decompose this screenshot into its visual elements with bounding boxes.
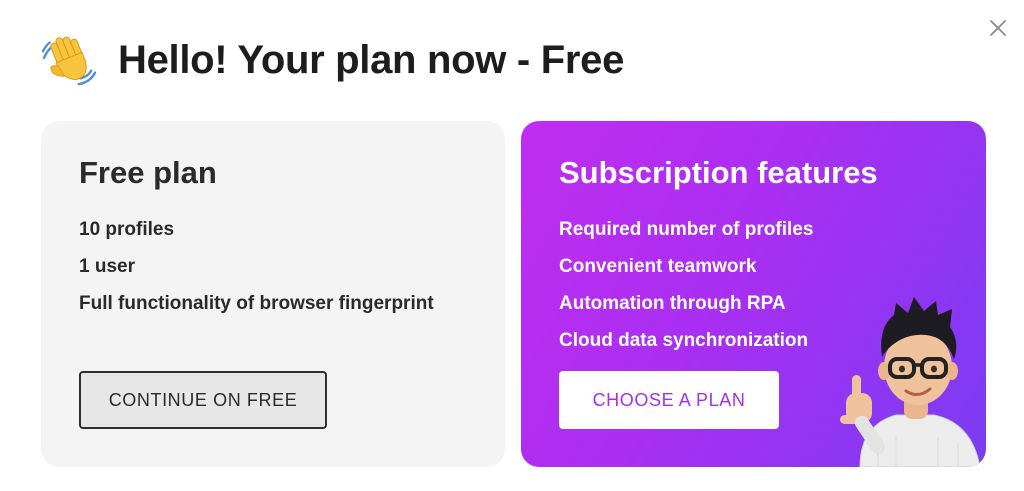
- waving-hand-icon: [41, 36, 97, 86]
- subscription-card: Subscription features Required number of…: [521, 121, 986, 467]
- feature-item: 1 user: [79, 256, 135, 277]
- choose-a-plan-button[interactable]: CHOOSE A PLAN: [559, 371, 779, 429]
- modal-header: Hello! Your plan now - Free: [40, 32, 624, 88]
- free-plan-features: 10 profiles 1 user Full functionality of…: [79, 211, 467, 322]
- feature-item: Convenient teamwork: [559, 256, 757, 277]
- feature-item: Required number of profiles: [559, 219, 814, 240]
- plan-modal: Hello! Your plan now - Free Free plan 10…: [0, 0, 1024, 491]
- free-plan-title: Free plan: [79, 155, 217, 190]
- close-button[interactable]: [986, 16, 1010, 40]
- feature-item: 10 profiles: [79, 219, 175, 240]
- avatar-illustration: [840, 297, 981, 467]
- subscription-title: Subscription features: [559, 155, 878, 190]
- page-title: Hello! Your plan now - Free: [118, 37, 625, 82]
- free-plan-card: Free plan 10 profiles 1 user Full functi…: [41, 121, 505, 467]
- close-icon: [990, 20, 1006, 36]
- feature-item: Full functionality of browser fingerprin…: [79, 293, 434, 314]
- continue-on-free-button[interactable]: CONTINUE ON FREE: [79, 371, 327, 429]
